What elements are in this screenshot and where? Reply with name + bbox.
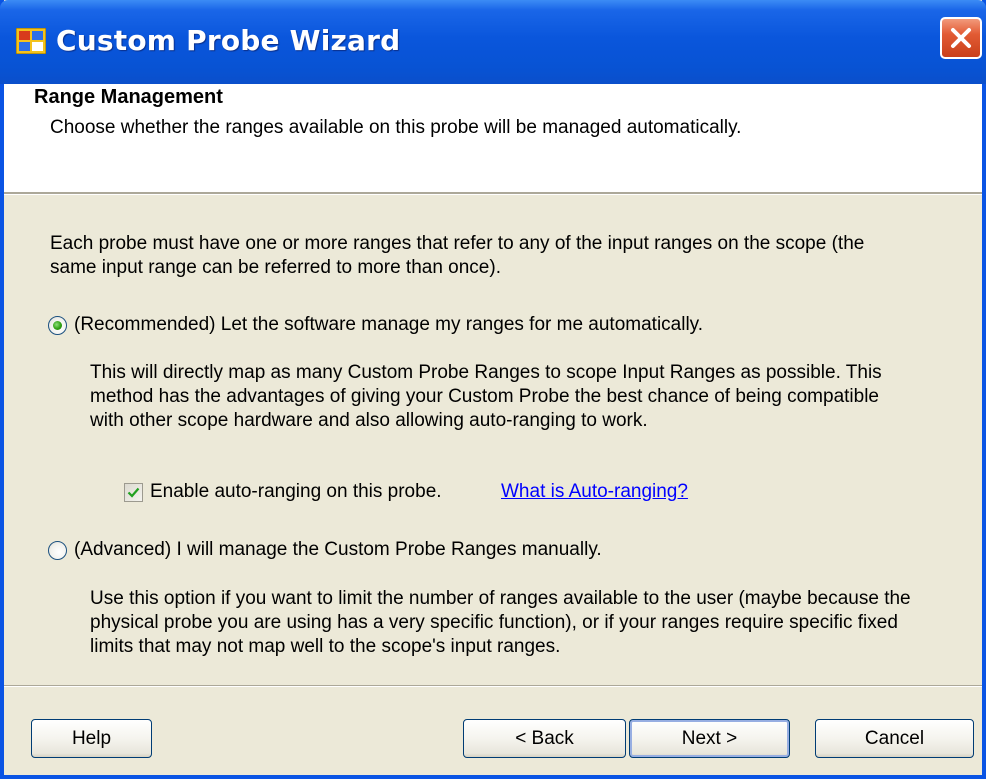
window-title: Custom Probe Wizard <box>56 24 401 57</box>
radio-selected-dot <box>53 321 62 330</box>
footer-divider <box>4 685 982 687</box>
help-button[interactable]: Help <box>31 719 152 758</box>
advanced-description: Use this option if you want to limit the… <box>90 588 911 657</box>
page-description: Choose whether the ranges available on t… <box>50 117 742 138</box>
title-bar[interactable]: Custom Probe Wizard <box>0 0 986 84</box>
close-button[interactable] <box>940 17 982 59</box>
wizard-window: Custom Probe Wizard Range Management Cho… <box>0 0 986 779</box>
next-button[interactable]: Next > <box>629 719 790 758</box>
radio-recommended-label[interactable]: (Recommended) Let the software manage my… <box>74 313 703 337</box>
cancel-button[interactable]: Cancel <box>815 719 974 758</box>
close-icon <box>951 28 971 48</box>
auto-ranging-checkbox[interactable] <box>124 483 143 502</box>
header-divider <box>4 192 982 195</box>
radio-advanced[interactable] <box>48 541 67 560</box>
what-is-auto-ranging-link[interactable]: What is Auto-ranging? <box>501 480 688 504</box>
back-button[interactable]: < Back <box>463 719 626 758</box>
radio-recommended[interactable] <box>48 316 67 335</box>
radio-advanced-label[interactable]: (Advanced) I will manage the Custom Prob… <box>74 538 602 562</box>
intro-text: Each probe must have one or more ranges … <box>50 233 865 278</box>
recommended-description: This will directly map as many Custom Pr… <box>90 362 882 431</box>
auto-ranging-label[interactable]: Enable auto-ranging on this probe. <box>150 480 442 504</box>
app-icon <box>16 28 46 54</box>
page-heading: Range Management <box>34 86 223 108</box>
checkmark-icon <box>127 487 140 498</box>
